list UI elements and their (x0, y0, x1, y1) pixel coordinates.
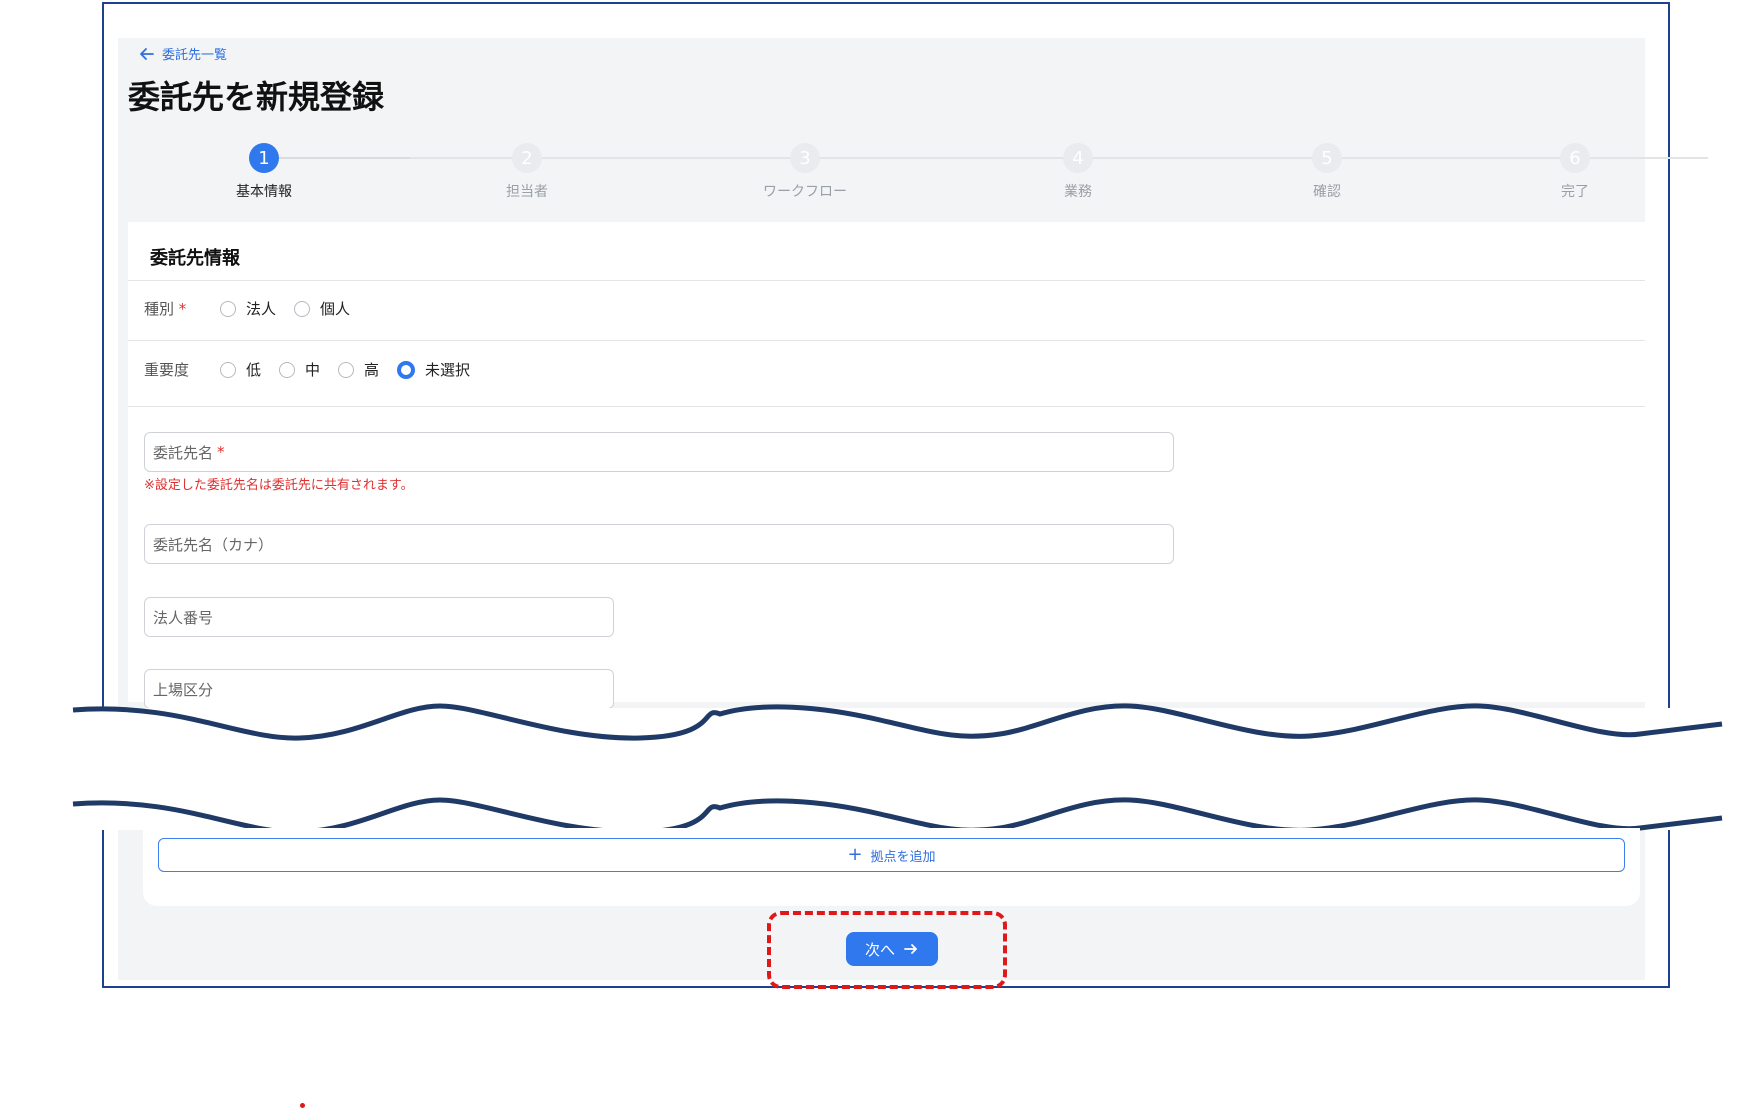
input-placeholder: 委託先名 (153, 443, 214, 462)
step-label: 担当者 (506, 184, 548, 200)
corporate-number-input[interactable]: 法人番号 (144, 597, 614, 637)
arrow-left-icon (140, 47, 154, 60)
type-label-text: 種別 (144, 300, 175, 318)
input-placeholder: 法人番号 (153, 608, 214, 627)
step-number: 3 (790, 143, 820, 173)
radio-circle[interactable] (279, 361, 296, 378)
type-option-individual[interactable]: 個人 (294, 298, 350, 319)
importance-option-high[interactable]: 高 (338, 359, 379, 380)
next-button-label: 次へ (864, 940, 895, 959)
step-label: ワークフロー (763, 184, 847, 200)
type-radio-group: 法人 個人 (220, 298, 368, 319)
step-label: 完了 (1561, 184, 1589, 200)
importance-label: 重要度 (144, 361, 190, 379)
step-operations: 4 業務 (1018, 143, 1138, 201)
arrow-right-icon (904, 944, 917, 954)
step-number: 6 (1560, 143, 1590, 173)
step-number: 4 (1063, 143, 1093, 173)
step-label: 業務 (1064, 184, 1092, 200)
vendor-info-card: 委託先情報 種別 * 法人 個人 重要度 低 中 高 未選択 委託先名 * ※設… (128, 222, 1645, 709)
radio-label: 個人 (320, 300, 351, 318)
importance-option-unselected[interactable]: 未選択 (397, 359, 470, 380)
radio-circle[interactable] (220, 361, 236, 378)
add-location-button[interactable]: + 拠点を追加 (158, 838, 1625, 872)
required-mark: * (217, 443, 225, 461)
importance-radio-group: 低 中 高 未選択 (220, 359, 488, 380)
radio-label: 法人 (246, 300, 277, 318)
next-button[interactable]: 次へ (846, 932, 938, 966)
radio-label: 未選択 (425, 361, 471, 379)
omission-wave-cut (0, 703, 1762, 835)
radio-circle[interactable] (294, 300, 311, 317)
divider (128, 406, 1645, 407)
input-placeholder: 委託先名（カナ） (153, 535, 274, 554)
required-mark: * (178, 300, 187, 318)
type-label: 種別 * (144, 298, 186, 319)
radio-label: 低 (246, 361, 262, 379)
type-option-corporation[interactable]: 法人 (220, 298, 276, 319)
divider (128, 340, 1645, 341)
step-label: 基本情報 (236, 184, 292, 200)
radio-circle[interactable] (338, 361, 355, 378)
divider (128, 280, 1645, 281)
radio-circle[interactable] (220, 300, 236, 317)
importance-option-medium[interactable]: 中 (279, 359, 320, 380)
step-basic-info: 1 基本情報 (204, 143, 324, 201)
step-number: 5 (1312, 143, 1342, 173)
page-title: 委託先を新規登録 (128, 78, 385, 116)
vendor-name-input[interactable]: 委託先名 * (144, 432, 1174, 472)
step-confirm: 5 確認 (1267, 143, 1387, 201)
importance-option-low[interactable]: 低 (220, 359, 261, 380)
progress-stepper: 1 基本情報 2 担当者 3 ワークフロー 4 業務 5 確認 6 完了 (118, 143, 1708, 223)
step-complete: 6 完了 (1515, 143, 1635, 201)
back-to-list-link[interactable]: 委託先一覧 (138, 44, 227, 63)
radio-label: 高 (364, 361, 380, 379)
add-location-label: 拠点を追加 (870, 849, 936, 865)
vendor-name-hint: ※設定した委託先名は委託先に共有されます。 (144, 478, 414, 493)
back-link-label: 委託先一覧 (162, 48, 228, 63)
step-label: 確認 (1313, 184, 1341, 200)
plus-icon: + (847, 844, 863, 865)
step-workflow: 3 ワークフロー (745, 143, 865, 201)
step-number: 2 (512, 143, 542, 173)
step-contact-person: 2 担当者 (467, 143, 587, 201)
radio-label: 中 (305, 361, 321, 379)
input-placeholder: 上場区分 (153, 680, 214, 699)
vendor-name-kana-input[interactable]: 委託先名（カナ） (144, 524, 1174, 564)
section-title: 委託先情報 (150, 248, 240, 269)
step-number: 1 (249, 143, 279, 173)
radio-circle-checked[interactable] (397, 360, 416, 379)
